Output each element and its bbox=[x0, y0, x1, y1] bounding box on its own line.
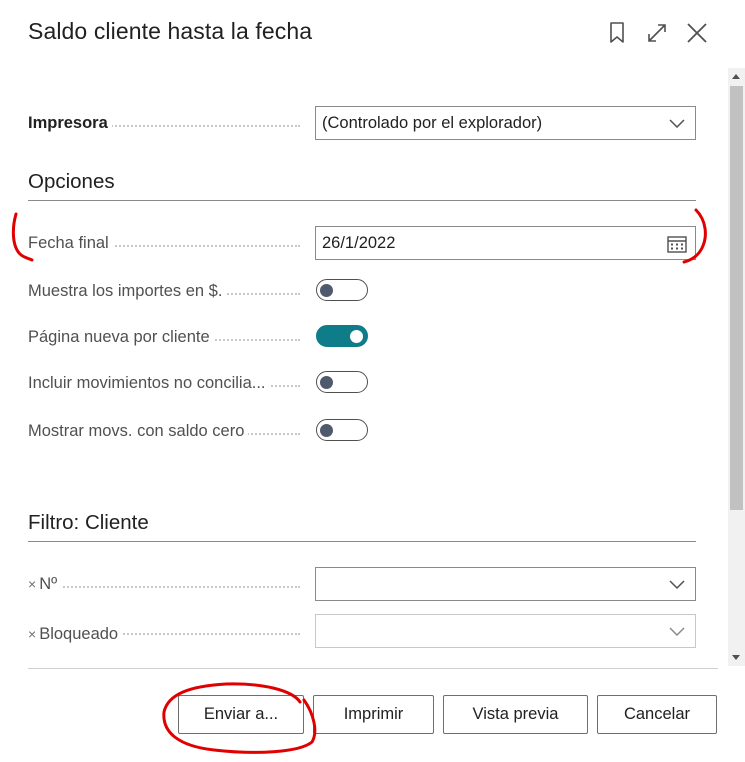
toggle-knob bbox=[320, 424, 333, 437]
label-leader-dots bbox=[28, 586, 300, 588]
filter-label-text: Bloqueado bbox=[39, 625, 119, 643]
printer-row: Impresora (Controlado por el explorador) bbox=[28, 106, 696, 140]
section-heading-options: Opciones bbox=[28, 170, 696, 201]
toggle-label: Página nueva por cliente bbox=[28, 328, 214, 347]
dialog-title: Saldo cliente hasta la fecha bbox=[28, 18, 313, 44]
end-date-label: Fecha final bbox=[28, 234, 113, 253]
filter-label: × Bloqueado bbox=[28, 625, 123, 644]
filter-blocked-select[interactable] bbox=[315, 614, 696, 648]
amounts-usd-toggle[interactable] bbox=[316, 279, 368, 301]
toggle-label: Muestra los importes en $. bbox=[28, 282, 227, 301]
calendar-icon[interactable] bbox=[667, 235, 687, 258]
toggle-label: Mostrar movs. con saldo cero bbox=[28, 422, 249, 441]
chevron-down-icon[interactable] bbox=[669, 577, 685, 596]
end-date-row: Fecha final 26/1/2022 bbox=[28, 226, 696, 260]
printer-label: Impresora bbox=[28, 114, 112, 133]
toggle-knob bbox=[320, 284, 333, 297]
filter-row-blocked: × Bloqueado bbox=[28, 614, 696, 648]
scroll-down-icon[interactable] bbox=[732, 655, 740, 660]
end-date-value: 26/1/2022 bbox=[322, 234, 396, 252]
toggle-knob bbox=[320, 376, 333, 389]
report-request-dialog: Saldo cliente hasta la fecha Impresora (… bbox=[0, 0, 745, 762]
close-icon[interactable] bbox=[684, 20, 710, 46]
toggle-row-new-page: Página nueva por cliente bbox=[28, 320, 696, 354]
chevron-down-icon bbox=[669, 624, 685, 643]
filter-number-input[interactable] bbox=[315, 567, 696, 601]
toggle-row-amounts-usd: Muestra los importes en $. bbox=[28, 274, 696, 308]
print-button[interactable]: Imprimir bbox=[313, 695, 434, 734]
expand-icon[interactable] bbox=[644, 20, 670, 46]
filter-label: × Nº bbox=[28, 575, 62, 594]
include-unapplied-toggle[interactable] bbox=[316, 371, 368, 393]
printer-value: (Controlado por el explorador) bbox=[322, 114, 543, 132]
remove-filter-icon[interactable]: × bbox=[28, 576, 36, 592]
toggle-label: Incluir movimientos no concilia... bbox=[28, 374, 270, 393]
show-zero-balance-toggle[interactable] bbox=[316, 419, 368, 441]
filter-row-number: × Nº bbox=[28, 567, 696, 601]
filter-label-text: Nº bbox=[39, 575, 58, 593]
bookmark-icon[interactable] bbox=[604, 20, 630, 46]
preview-button[interactable]: Vista previa bbox=[443, 695, 588, 734]
toggle-row-zero-balance: Mostrar movs. con saldo cero bbox=[28, 414, 696, 448]
printer-select[interactable]: (Controlado por el explorador) bbox=[315, 106, 696, 140]
chevron-down-icon bbox=[669, 116, 685, 135]
cancel-button[interactable]: Cancelar bbox=[597, 695, 717, 734]
scrollbar-thumb[interactable] bbox=[730, 86, 743, 510]
footer-divider bbox=[28, 668, 718, 669]
section-heading-filter: Filtro: Cliente bbox=[28, 511, 696, 542]
remove-filter-icon[interactable]: × bbox=[28, 626, 36, 642]
toggle-knob bbox=[350, 330, 363, 343]
vertical-scrollbar[interactable] bbox=[728, 68, 745, 666]
end-date-input[interactable]: 26/1/2022 bbox=[315, 226, 696, 260]
toggle-row-unapplied: Incluir movimientos no concilia... bbox=[28, 366, 696, 400]
send-to-button[interactable]: Enviar a... bbox=[178, 695, 304, 734]
scroll-up-icon[interactable] bbox=[732, 74, 740, 79]
new-page-per-customer-toggle[interactable] bbox=[316, 325, 368, 347]
